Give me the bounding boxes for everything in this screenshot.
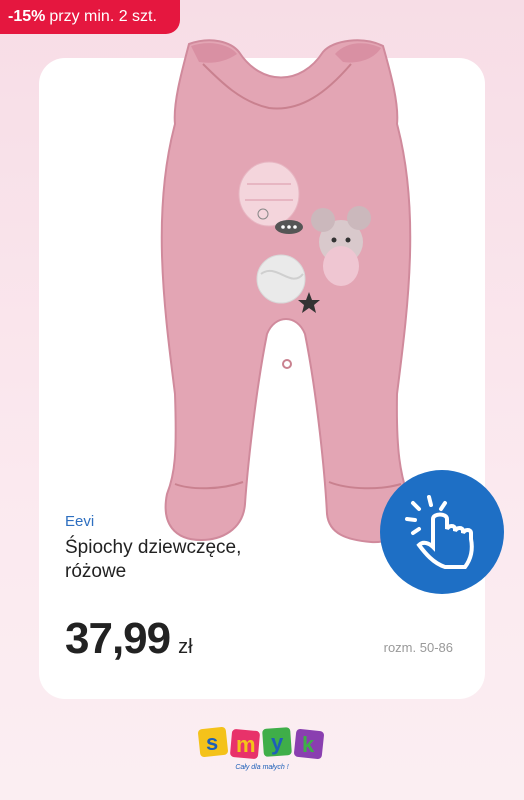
product-name[interactable]: Śpiochy dziewczęce, różowe bbox=[65, 536, 285, 584]
product-brand[interactable]: Eevi bbox=[65, 513, 94, 530]
size-label: rozm. 50-86 bbox=[383, 640, 453, 655]
product-image bbox=[160, 39, 412, 544]
product-price: 37,99 zł bbox=[65, 614, 193, 664]
promo-badge: -15% przy min. 2 szt. bbox=[0, 0, 180, 34]
product-card[interactable]: Eevi Śpiochy dziewczęce, różowe 37,99 zł… bbox=[39, 39, 485, 699]
tap-hand-button[interactable] bbox=[380, 470, 504, 594]
promo-discount: -15% bbox=[8, 8, 46, 25]
svg-text:k: k bbox=[302, 732, 315, 757]
svg-text:s: s bbox=[206, 730, 218, 755]
svg-text:y: y bbox=[271, 730, 284, 755]
promo-condition: przy min. 2 szt. bbox=[49, 8, 157, 25]
price-currency: zł bbox=[178, 636, 193, 658]
svg-text:Cały dla małych !: Cały dla małych ! bbox=[235, 764, 288, 771]
tap-hand-icon bbox=[405, 495, 474, 569]
smyk-logo: s m y k Cały dla małych ! bbox=[198, 727, 324, 771]
price-value: 37,99 bbox=[65, 614, 171, 663]
svg-text:m: m bbox=[236, 732, 256, 757]
